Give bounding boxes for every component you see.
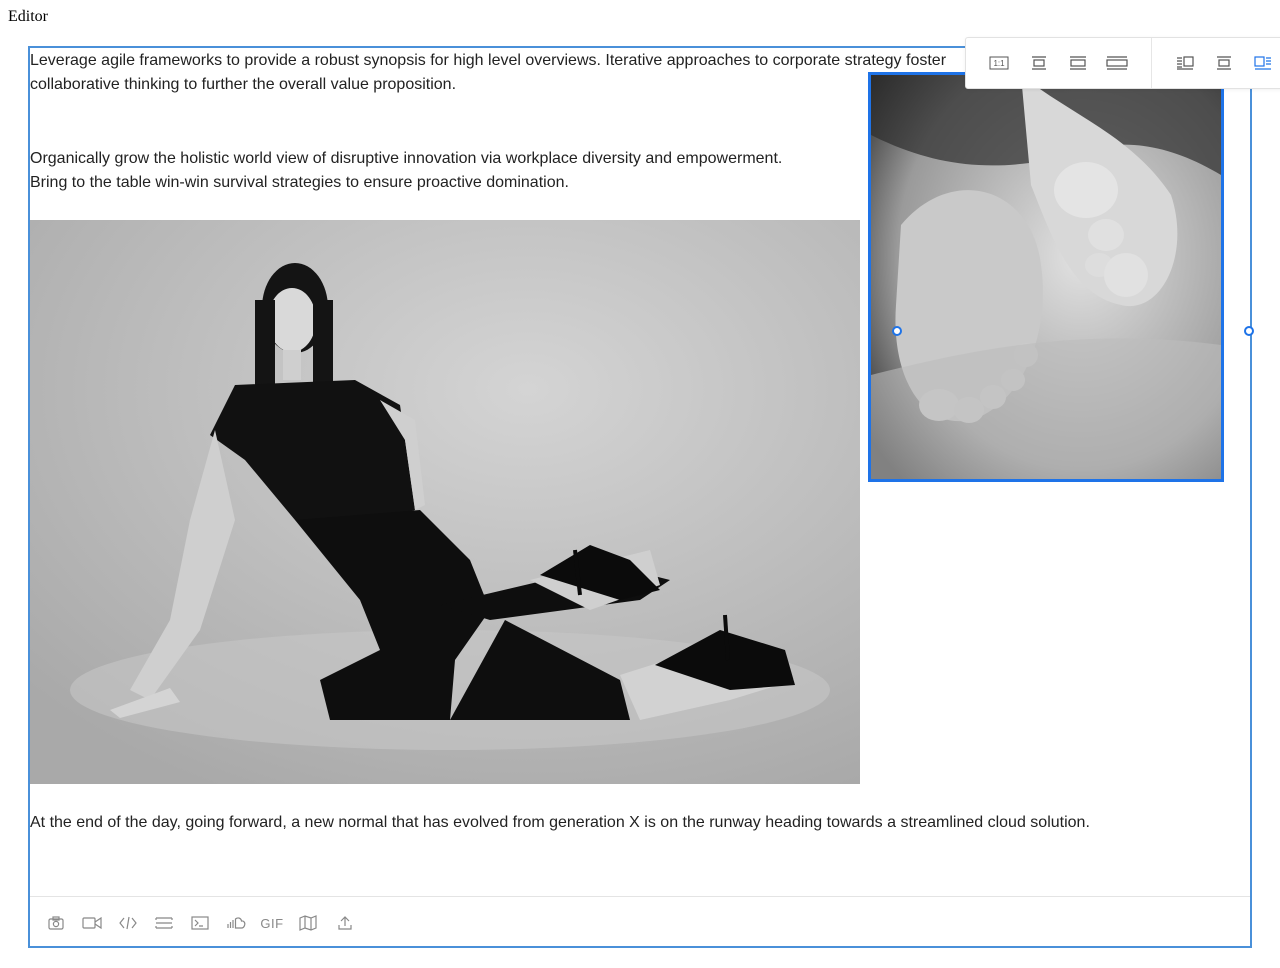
divider-icon[interactable] [152,911,176,935]
upload-icon[interactable] [333,911,357,935]
paragraph-3[interactable]: Bring to the table win-win survival stra… [30,171,569,195]
size-full-icon[interactable] [1104,50,1130,76]
float-left-icon[interactable] [1250,50,1276,76]
image-toolbar: 1:1 [965,37,1280,89]
resize-handle-right[interactable] [1244,326,1254,336]
map-icon[interactable] [296,911,320,935]
terminal-icon[interactable] [188,911,212,935]
soundcloud-icon[interactable] [224,911,248,935]
video-icon[interactable] [80,911,104,935]
gif-label: GIF [260,915,284,931]
paragraph-2[interactable]: Organically grow the holistic world view… [30,147,782,171]
code-icon[interactable] [116,911,140,935]
size-medium-icon[interactable] [1065,50,1091,76]
resize-handle-left[interactable] [892,326,902,336]
center-icon[interactable] [1211,50,1237,76]
insert-toolbar: GIF [30,896,1250,946]
one-to-one-label: 1:1 [993,59,1005,68]
one-to-one-icon[interactable]: 1:1 [986,50,1012,76]
toolbar-separator [1151,38,1152,88]
baby-feet-illustration [871,75,1221,479]
fashion-model-illustration [30,220,860,784]
size-small-icon[interactable] [1026,50,1052,76]
paragraph-1[interactable]: Leverage agile frameworks to provide a r… [30,49,970,97]
gif-icon[interactable]: GIF [260,911,284,935]
page-title: Editor [8,8,48,25]
baby-feet-image[interactable] [868,72,1224,482]
camera-icon[interactable] [44,911,68,935]
fashion-model-image[interactable] [30,220,860,784]
paragraph-4[interactable]: At the end of the day, going forward, a … [30,811,1090,835]
float-right-icon[interactable] [1172,50,1198,76]
